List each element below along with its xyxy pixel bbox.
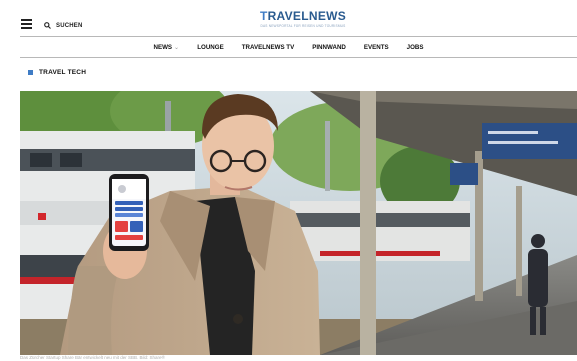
- nav-item-lounge[interactable]: LOUNGE: [197, 44, 223, 51]
- site-logo[interactable]: TRAVELNEWS DAS NEWSPORTAL FÜR REISEN UND…: [252, 9, 354, 29]
- nav-item-news[interactable]: NEWS ⌄: [153, 44, 179, 51]
- image-caption: Das Zürcher Startup Share Bär entwickelt…: [20, 355, 165, 360]
- search-button[interactable]: SUCHEN: [44, 22, 83, 29]
- nav-item-jobs[interactable]: JOBS: [407, 44, 424, 51]
- nav-item-events[interactable]: EVENTS: [364, 44, 389, 51]
- search-label: SUCHEN: [56, 22, 83, 29]
- logo-wordmark: TRAVELNEWS: [259, 9, 347, 23]
- top-bar: SUCHEN TRAVELNEWS DAS NEWSPORTAL FÜR REI…: [0, 0, 577, 36]
- main-nav: NEWS ⌄ LOUNGE TRAVELNEWS TV PINNWAND EVEN…: [0, 39, 577, 55]
- section-title: TRAVEL TECH: [39, 69, 87, 76]
- hero-image[interactable]: [20, 91, 577, 355]
- section-label[interactable]: TRAVEL TECH: [28, 69, 86, 76]
- nav-divider: [20, 57, 577, 58]
- section-marker: [28, 70, 33, 75]
- chevron-down-icon: ⌄: [174, 43, 180, 51]
- nav-item-pinnwand[interactable]: PINNWAND: [312, 44, 346, 51]
- header-divider: [20, 36, 577, 37]
- hamburger-menu-icon[interactable]: [21, 19, 32, 29]
- logo-tagline: DAS NEWSPORTAL FÜR REISEN UND TOURISMUS: [260, 24, 346, 28]
- search-icon: [44, 22, 51, 29]
- nav-item-travelnews-tv[interactable]: TRAVELNEWS TV: [242, 44, 294, 51]
